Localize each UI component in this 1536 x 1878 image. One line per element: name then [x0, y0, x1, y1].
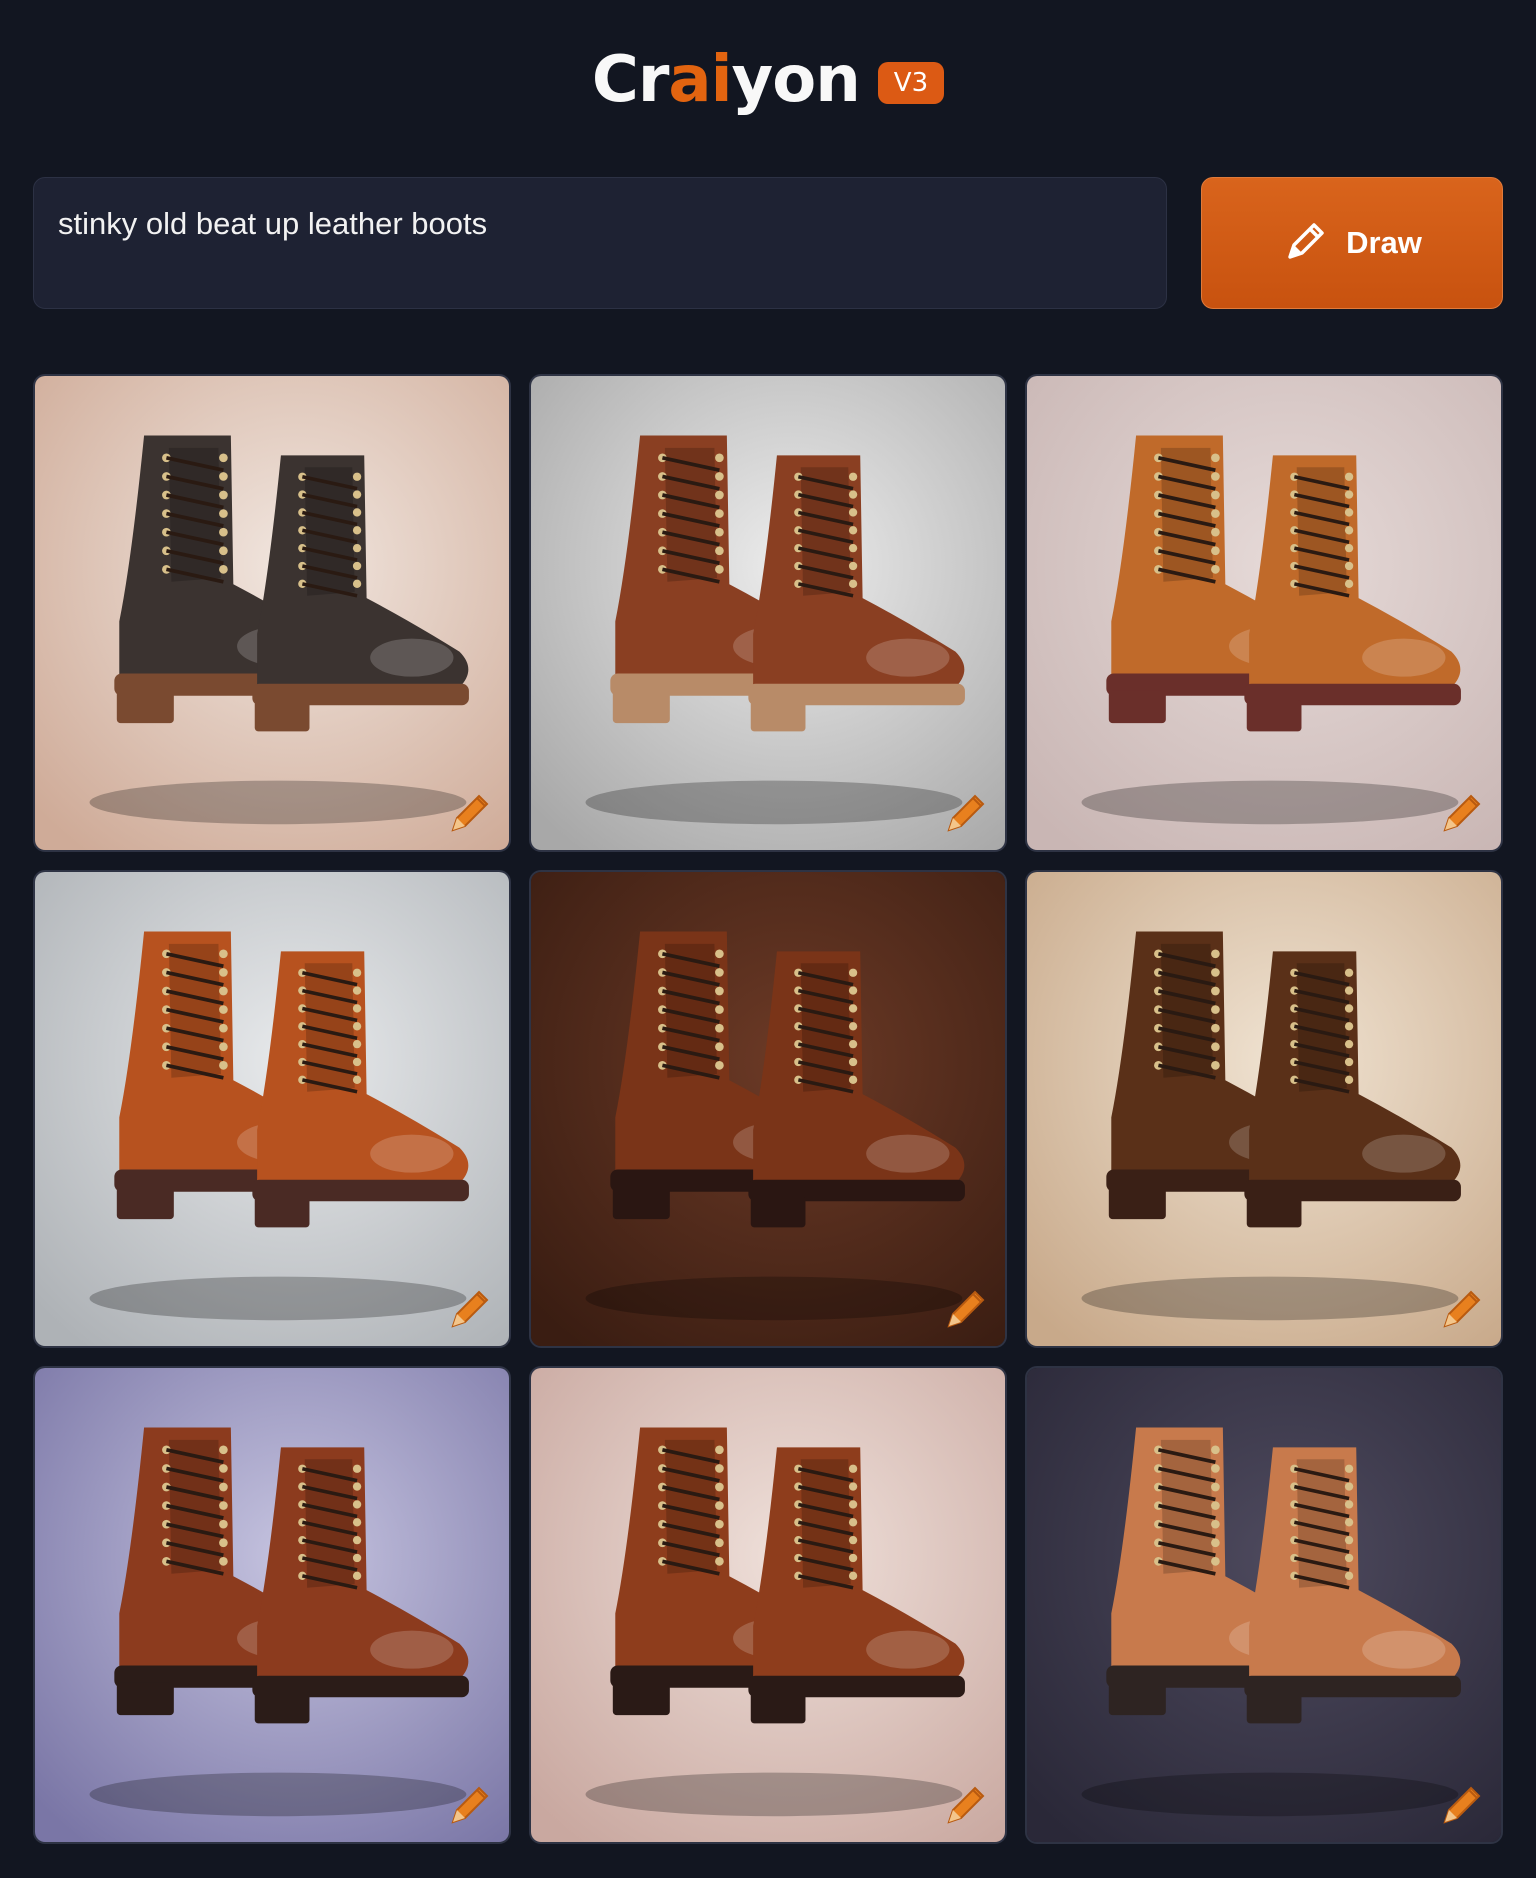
boots-image	[35, 872, 509, 1346]
result-image-2[interactable]	[529, 374, 1007, 852]
pencil-icon	[1443, 1786, 1481, 1824]
draw-button[interactable]: Draw	[1201, 177, 1503, 309]
result-image-5[interactable]	[529, 870, 1007, 1348]
logo-cr: Cr	[591, 43, 670, 117]
pencil-icon	[451, 1290, 489, 1328]
pencil-icon	[947, 1786, 985, 1824]
app-header: Craiyon V3	[0, 40, 1536, 120]
pencil-icon	[1282, 217, 1330, 269]
result-image-8[interactable]	[529, 1366, 1007, 1844]
result-image-7[interactable]	[33, 1366, 511, 1844]
result-image-3[interactable]	[1025, 374, 1503, 852]
result-image-9[interactable]	[1025, 1366, 1503, 1844]
draw-label: Draw	[1346, 225, 1422, 260]
boots-image	[531, 872, 1005, 1346]
boots-image	[1027, 872, 1501, 1346]
prompt-input[interactable]: stinky old beat up leather boots	[33, 177, 1167, 309]
pencil-icon	[1443, 1290, 1481, 1328]
logo-ai: ai	[668, 43, 732, 117]
boots-image	[1027, 376, 1501, 850]
result-image-1[interactable]	[33, 374, 511, 852]
boots-image	[531, 376, 1005, 850]
result-image-4[interactable]	[33, 870, 511, 1348]
version-badge: V3	[877, 62, 945, 104]
boots-image	[35, 376, 509, 850]
craiyon-logo[interactable]: Craiyon	[592, 48, 861, 112]
result-image-6[interactable]	[1025, 870, 1503, 1348]
pencil-icon	[947, 1290, 985, 1328]
pencil-icon	[947, 794, 985, 832]
boots-image	[531, 1368, 1005, 1842]
pencil-icon	[451, 794, 489, 832]
boots-image	[35, 1368, 509, 1842]
prompt-text[interactable]: stinky old beat up leather boots	[58, 206, 487, 242]
logo-yon: yon	[731, 43, 861, 117]
pencil-icon	[1443, 794, 1481, 832]
boots-image	[1027, 1368, 1501, 1842]
pencil-icon	[451, 1786, 489, 1824]
results-grid	[33, 374, 1503, 1844]
